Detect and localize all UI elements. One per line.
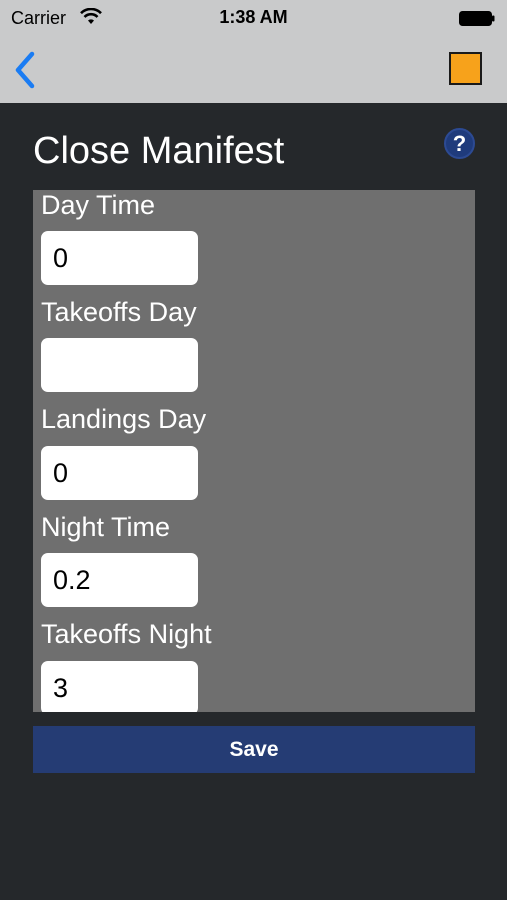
status-bar: Carrier 1:38 AM [0,0,507,36]
night-time-input[interactable] [41,553,198,607]
landings-day-input[interactable] [41,446,198,500]
takeoffs-night-label: Takeoffs Night [41,619,212,649]
nav-bar [0,36,507,103]
page-title: Close Manifest [33,130,285,172]
takeoffs-day-input[interactable] [41,338,198,392]
takeoffs-night-input[interactable] [41,661,198,712]
takeoffs-day-label: Takeoffs Day [41,297,197,327]
day-time-label: Day Time [41,190,156,220]
chevron-left-icon [15,51,35,89]
day-time-input[interactable] [41,231,198,285]
battery-icon [459,11,495,26]
help-button[interactable]: ? [444,128,475,159]
status-square-icon[interactable] [449,52,482,85]
back-button[interactable] [8,48,44,92]
landings-day-label: Landings Day [41,404,207,434]
night-time-label: Night Time [41,512,171,542]
save-button[interactable]: Save [33,726,475,773]
status-time: 1:38 AM [219,7,288,27]
manifest-form: Day Time Takeoffs Day Landings Day Night… [33,190,475,712]
